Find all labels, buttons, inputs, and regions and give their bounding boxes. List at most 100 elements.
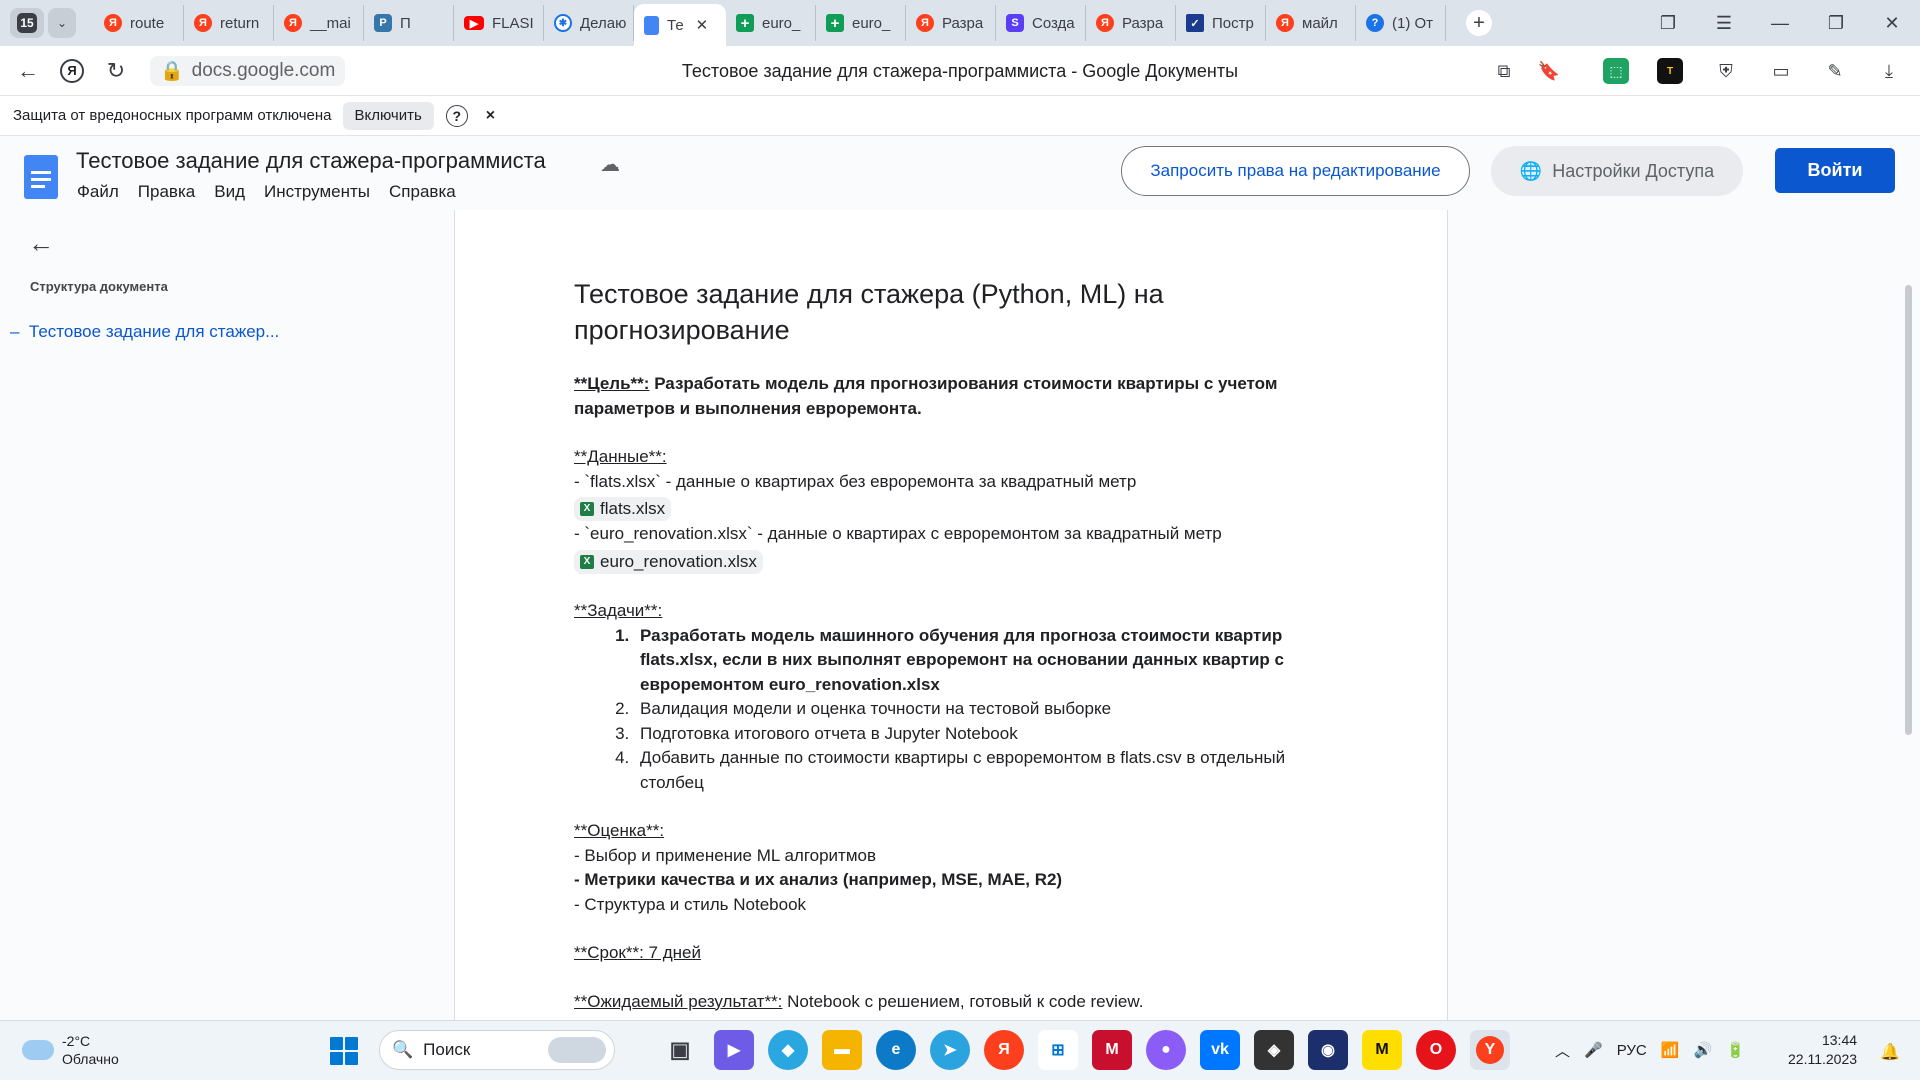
browser-tab[interactable]: S Созда	[996, 5, 1086, 41]
mcafee-icon[interactable]: M	[1092, 1030, 1132, 1070]
date: 22.11.2023	[1788, 1051, 1858, 1067]
app-icon[interactable]: ◉	[1308, 1030, 1348, 1070]
yandex-icon: Я	[104, 14, 122, 32]
microphone-icon[interactable]: 🎤	[1584, 1041, 1603, 1059]
browser-tab[interactable]: + euro_	[726, 5, 816, 41]
edge-icon[interactable]: e	[876, 1030, 916, 1070]
outline-dash: –	[10, 322, 29, 341]
yandex-market-icon[interactable]: M	[1362, 1030, 1402, 1070]
browser-tab[interactable]: Яreturn	[184, 5, 274, 41]
browser-tab[interactable]: ✱ Делаю	[544, 5, 634, 41]
vk-icon[interactable]: vk	[1200, 1030, 1240, 1070]
wot-icon[interactable]: ◈	[1254, 1030, 1294, 1070]
microsoft-store-icon[interactable]: ⊞	[1038, 1030, 1078, 1070]
close-tab-icon[interactable]: ✕	[696, 16, 709, 34]
browser-tab[interactable]: Я Разра	[1086, 5, 1176, 41]
outline-item[interactable]: – Тестовое задание для стажер...	[10, 322, 279, 342]
yandex-icon: Я	[194, 14, 212, 32]
teams-icon[interactable]: ▶	[714, 1030, 754, 1070]
tabs-overview-icon[interactable]: ❐	[1640, 13, 1696, 34]
weather-condition: Облачно	[62, 1051, 119, 1067]
new-tab-button[interactable]: +	[1466, 10, 1492, 36]
opera-icon[interactable]: O	[1416, 1030, 1456, 1070]
alice-icon[interactable]: ●	[1146, 1030, 1186, 1070]
yandex-button-icon[interactable]: Я	[60, 58, 84, 83]
taskbar-search[interactable]: 🔍 Поиск	[379, 1030, 615, 1070]
task-item: Разработать модель машинного обучения дл…	[634, 624, 1334, 698]
reload-icon[interactable]: ↻	[94, 58, 138, 84]
task-view-icon[interactable]: ▣	[660, 1030, 700, 1070]
temperature: -2°C	[62, 1033, 91, 1049]
scrollbar[interactable]	[1905, 285, 1912, 735]
browser-tab[interactable]: + euro_	[816, 5, 906, 41]
request-edit-access-button[interactable]: Запросить права на редактирование	[1121, 146, 1470, 196]
minimize-icon[interactable]: —	[1752, 13, 1808, 34]
collections-icon[interactable]: ✎	[1820, 56, 1850, 86]
back-icon[interactable]: ←	[6, 58, 50, 84]
browser-tab[interactable]: ? (1) От	[1356, 5, 1446, 41]
help-icon[interactable]: ?	[445, 104, 468, 127]
extension-dark-icon[interactable]: T	[1657, 58, 1683, 84]
weather-widget[interactable]: -2°C Облачно	[22, 1032, 119, 1068]
volume-icon[interactable]: 🔊	[1693, 1041, 1712, 1059]
restore-icon[interactable]: ❐	[1808, 13, 1864, 34]
browser-tab[interactable]: PП	[364, 5, 454, 41]
file-explorer-icon[interactable]: ▬	[822, 1030, 862, 1070]
menu-view[interactable]: Вид	[214, 182, 245, 202]
shield-icon[interactable]: ⛨	[1711, 56, 1741, 86]
google-docs-logo-icon[interactable]	[24, 155, 58, 199]
goal-text: Разработать модель для прогнозирования с…	[574, 374, 1278, 418]
download-icon[interactable]: ⤓	[1874, 56, 1904, 86]
document-title[interactable]: Тестовое задание для стажера-программист…	[76, 148, 546, 174]
evaluation-label: **Оценка**:	[574, 821, 665, 840]
bookmark-icon[interactable]: 🔖	[1534, 56, 1564, 86]
battery-icon[interactable]: 🔋	[1726, 1041, 1745, 1059]
browser-tab[interactable]: ▶ FLASI	[454, 5, 544, 41]
menu-file[interactable]: Файл	[77, 182, 119, 202]
taskbar-apps: ▣ ▶ ◆ ▬ e ➤ Я ⊞ M ● vk ◈ ◉ M O Y	[660, 1030, 1510, 1070]
windows-start-icon[interactable]	[330, 1037, 358, 1065]
menu-edit[interactable]: Правка	[138, 182, 195, 202]
language-indicator[interactable]: РУС	[1617, 1042, 1647, 1059]
menu-help[interactable]: Справка	[389, 182, 456, 202]
notification-bell-icon[interactable]: 🔔	[1880, 1042, 1900, 1062]
cloud-status-icon[interactable]: ☁	[600, 152, 620, 177]
browser-tab[interactable]: Я Разра	[906, 5, 996, 41]
close-icon[interactable]: ×	[486, 107, 495, 125]
copilot-icon[interactable]: ◆	[768, 1030, 808, 1070]
browser-tab[interactable]: Я __mai	[274, 5, 364, 41]
file-chip[interactable]: Xflats.xlsx	[574, 497, 672, 522]
translate-icon[interactable]: ⧉	[1489, 56, 1519, 86]
tab-label: (1) От	[1392, 14, 1434, 32]
browser-tab-active[interactable]: Те ✕	[634, 4, 726, 46]
file-chip-label: flats.xlsx	[600, 499, 666, 518]
browser-tab[interactable]: Яroute	[94, 5, 184, 41]
access-settings-button[interactable]: 🌐 Настройки Доступа	[1491, 146, 1743, 196]
close-window-icon[interactable]: ✕	[1864, 13, 1920, 34]
file-chip[interactable]: Xeuro_renovation.xlsx	[574, 550, 763, 574]
chevron-down-icon[interactable]: ⌄	[48, 8, 76, 38]
browser-tab[interactable]: ✓ Постр	[1176, 5, 1266, 41]
battery-saver-icon[interactable]: ▭	[1766, 56, 1796, 86]
tab-counter-button[interactable]: 15	[10, 8, 44, 38]
document-body[interactable]: Тестовое задание для стажера (Python, ML…	[574, 276, 1334, 1014]
enable-protection-button[interactable]: Включить	[342, 101, 434, 130]
menu-tools[interactable]: Инструменты	[264, 182, 370, 202]
yandex-icon: Я	[916, 14, 934, 32]
chevron-up-icon[interactable]: ︿	[1555, 1040, 1570, 1061]
clock[interactable]: 13:44 22.11.2023	[1788, 1031, 1857, 1069]
yandex-app-icon[interactable]: Я	[984, 1030, 1024, 1070]
browser-tab[interactable]: Ямайл	[1266, 5, 1356, 41]
menu-icon[interactable]: ☰	[1696, 13, 1752, 34]
extension-green-icon[interactable]: ⬚	[1603, 58, 1629, 84]
wifi-icon[interactable]: 📶	[1661, 1041, 1680, 1059]
docs-menu-bar: Файл Правка Вид Инструменты Справка	[77, 182, 456, 202]
telegram-icon[interactable]: ➤	[930, 1030, 970, 1070]
evaluation-item: - Метрики качества и их анализ (например…	[574, 870, 1063, 889]
yandex-browser-icon[interactable]: Y	[1470, 1030, 1510, 1070]
evaluation-item: - Выбор и применение ML алгоритмов	[574, 845, 877, 865]
back-arrow-icon[interactable]: ←	[28, 228, 54, 259]
login-button[interactable]: Войти	[1775, 148, 1895, 193]
result-text: Notebook с решением, готовый к code revi…	[782, 991, 1144, 1011]
url-field[interactable]: 🔒 docs.google.com	[150, 55, 346, 86]
